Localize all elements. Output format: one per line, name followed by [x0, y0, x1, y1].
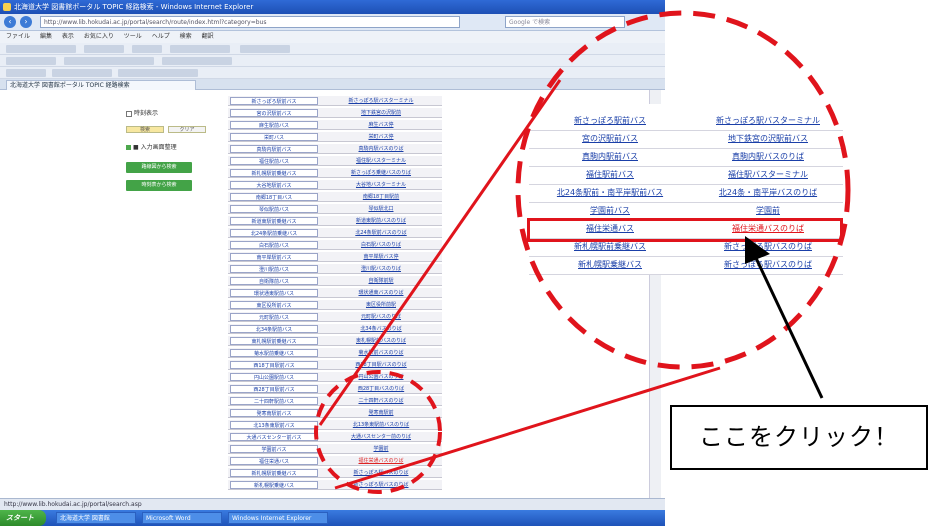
callout-text: ここをクリック！ [699, 423, 899, 451]
connector-line-top [318, 79, 562, 426]
instruction-callout: ここをクリック！ [670, 405, 928, 470]
connector-line-bottom [334, 366, 721, 490]
pointer-arrow-shaft [754, 257, 824, 399]
annotated-screenshot: 北海道大学 図書館ポータル TOPIC 経路検索 - Windows Inter… [0, 0, 935, 526]
magnify-circle [515, 10, 851, 370]
